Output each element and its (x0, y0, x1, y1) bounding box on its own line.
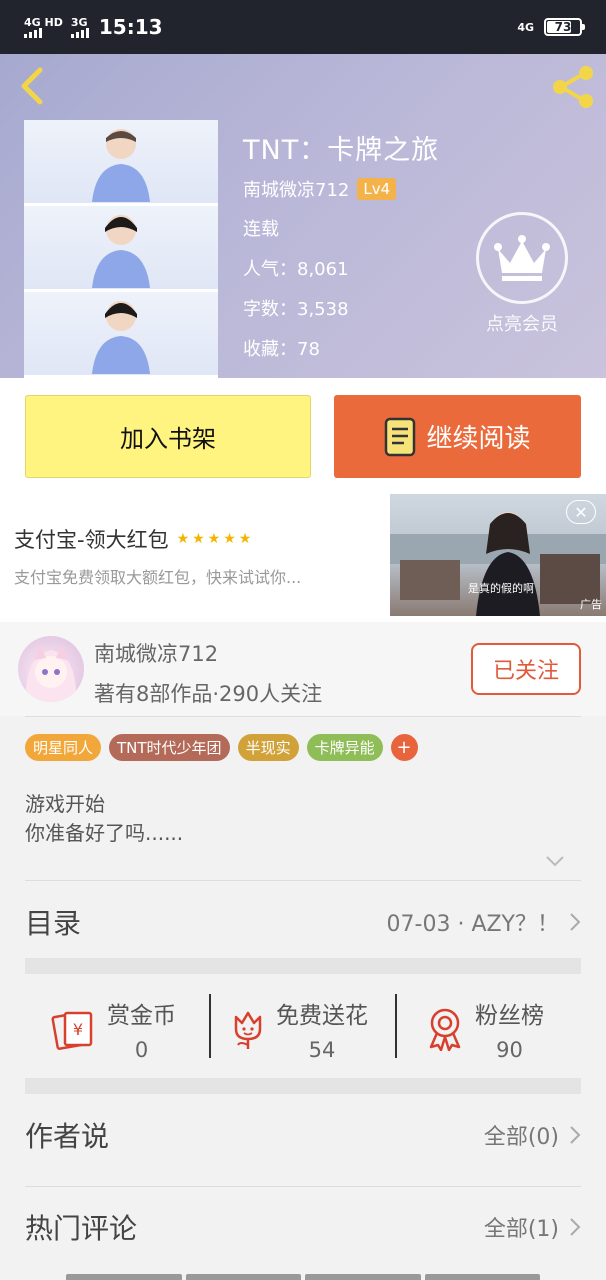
hot-comments-row[interactable]: 热门评论 全部(1) (25, 1202, 581, 1252)
divider (395, 994, 397, 1058)
book-title: TNT：卡牌之旅 (243, 135, 440, 166)
book-icon (385, 417, 416, 456)
continue-reading-button[interactable]: 继续阅读 (334, 395, 581, 478)
reward-coins-button[interactable]: ¥ 赏金币 0 (51, 986, 176, 1072)
send-flower-value: 54 (308, 1038, 336, 1062)
battery-icon: 73 (544, 18, 585, 36)
tag-chip[interactable]: TNT时代少年团 (109, 734, 230, 761)
network-label-3g: 3G (70, 15, 88, 29)
network-indicators: 4G HD 3G (24, 17, 89, 38)
chevron-down-icon[interactable] (544, 852, 566, 870)
action-bar: 加入书架 继续阅读 (0, 378, 606, 494)
signal-icon-3g: 3G (70, 15, 89, 38)
author-name[interactable]: 南城微凉712 (94, 638, 218, 668)
section-separator (25, 958, 581, 974)
tag-chip[interactable]: 明星同人 (25, 734, 102, 761)
tag-chip[interactable]: 卡牌异能 (306, 734, 383, 761)
network-right-label: 4G (517, 20, 534, 34)
divider (25, 880, 581, 881)
book-header: TNT：卡牌之旅 南城微凉712 Lv4 连载 人气：8,061 字数：3,53… (0, 54, 606, 378)
back-button[interactable] (14, 64, 54, 108)
fan-ranking-value: 90 (496, 1038, 523, 1062)
send-flower-button[interactable]: 免费送花 54 (230, 986, 368, 1072)
book-favorites: 收藏：78 (243, 339, 320, 360)
ad-image[interactable]: 是真的假的啊 广告 ✕ (390, 494, 606, 616)
hot-comments-count: 全部(1) (483, 1217, 559, 1242)
tag-list: 明星同人 TNT时代少年团 半现实 卡牌异能 + (25, 734, 418, 761)
ad-banner[interactable]: 支付宝-领大红包 ★★★★★ 支付宝免费领取大额红包，快来试试你... 是真的假… (0, 494, 606, 622)
bottom-tab-strip (66, 1274, 540, 1280)
vip-button[interactable]: 点亮会员 (476, 212, 568, 336)
crown-icon (476, 212, 568, 304)
latest-chapter: 07-03 · AZY？！ (386, 912, 559, 937)
back-arrow-icon (21, 67, 43, 105)
level-badge: Lv4 (357, 178, 397, 200)
avatar[interactable] (18, 636, 84, 702)
chevron-right-icon (570, 1218, 581, 1236)
divider (25, 716, 581, 717)
chevron-right-icon (570, 913, 581, 931)
hot-comments-title: 热门评论 (25, 1212, 138, 1245)
divider (209, 994, 211, 1058)
book-info: TNT：卡牌之旅 南城微凉712 Lv4 连载 人气：8,061 字数：3,53… (243, 128, 439, 362)
more-tags-button[interactable]: + (390, 734, 418, 761)
continue-reading-label: 继续阅读 (426, 424, 531, 454)
battery-level: 73 (554, 20, 572, 34)
reward-coins-value: 0 (134, 1038, 149, 1062)
share-icon (553, 66, 593, 108)
red-envelope-icon: ¥ (51, 1011, 93, 1050)
close-icon: ✕ (574, 502, 588, 522)
intro-line: 你准备好了吗...... (25, 821, 184, 845)
follow-button[interactable]: 已关注 (471, 643, 581, 695)
stats-bar: ¥ 赏金币 0 免费送花 54 粉丝榜 90 (25, 986, 581, 1072)
ad-title: 支付宝-领大红包 (14, 528, 169, 552)
author-says-title: 作者说 (25, 1120, 110, 1153)
author-says-count: 全部(0) (483, 1125, 559, 1150)
book-author[interactable]: 南城微凉712 (243, 176, 349, 202)
vip-label: 点亮会员 (486, 314, 558, 335)
reward-coins-label: 赏金币 (107, 1003, 176, 1029)
section-separator (25, 1078, 581, 1094)
svg-text:¥: ¥ (73, 1020, 83, 1039)
medal-icon (429, 1008, 461, 1051)
divider (25, 1186, 581, 1187)
share-button[interactable] (548, 62, 598, 112)
fan-ranking-label: 粉丝榜 (475, 1003, 544, 1029)
status-time: 15:13 (98, 15, 163, 39)
fan-ranking-button[interactable]: 粉丝榜 90 (425, 986, 544, 1072)
book-word-count: 字数：3,538 (243, 299, 349, 320)
send-flower-label: 免费送花 (276, 1003, 368, 1029)
author-stats: 著有8部作品·290人关注 (94, 682, 323, 706)
tag-chip[interactable]: 半现实 (237, 734, 299, 761)
ad-description: 支付宝免费领取大额红包，快来试试你... (14, 568, 302, 587)
ad-tag: 广告 (580, 598, 602, 611)
flower-icon (234, 1011, 262, 1049)
book-cover-image[interactable] (24, 120, 218, 378)
add-to-shelf-button[interactable]: 加入书架 (25, 395, 311, 478)
intro-line: 游戏开始 (25, 792, 105, 816)
author-card: 南城微凉712 著有8部作品·290人关注 已关注 (0, 622, 606, 716)
book-intro: 游戏开始 你准备好了吗...... (25, 790, 183, 848)
ad-close-button[interactable]: ✕ (566, 500, 596, 524)
book-status: 连载 (243, 219, 279, 240)
network-label-4g: 4G HD (24, 15, 63, 29)
ad-caption: 是真的假的啊 (468, 582, 534, 595)
rating-stars: ★★★★★ (176, 531, 255, 547)
catalog-title: 目录 (25, 907, 82, 940)
chevron-right-icon (570, 1126, 581, 1144)
book-popularity: 人气：8,061 (243, 259, 349, 280)
signal-icon-4g: 4G HD (24, 17, 63, 38)
catalog-row[interactable]: 目录 07-03 · AZY？！ (25, 898, 581, 946)
status-bar: 4G HD 3G 15:13 4G 73 (0, 0, 606, 54)
author-says-row[interactable]: 作者说 全部(0) (25, 1110, 581, 1160)
